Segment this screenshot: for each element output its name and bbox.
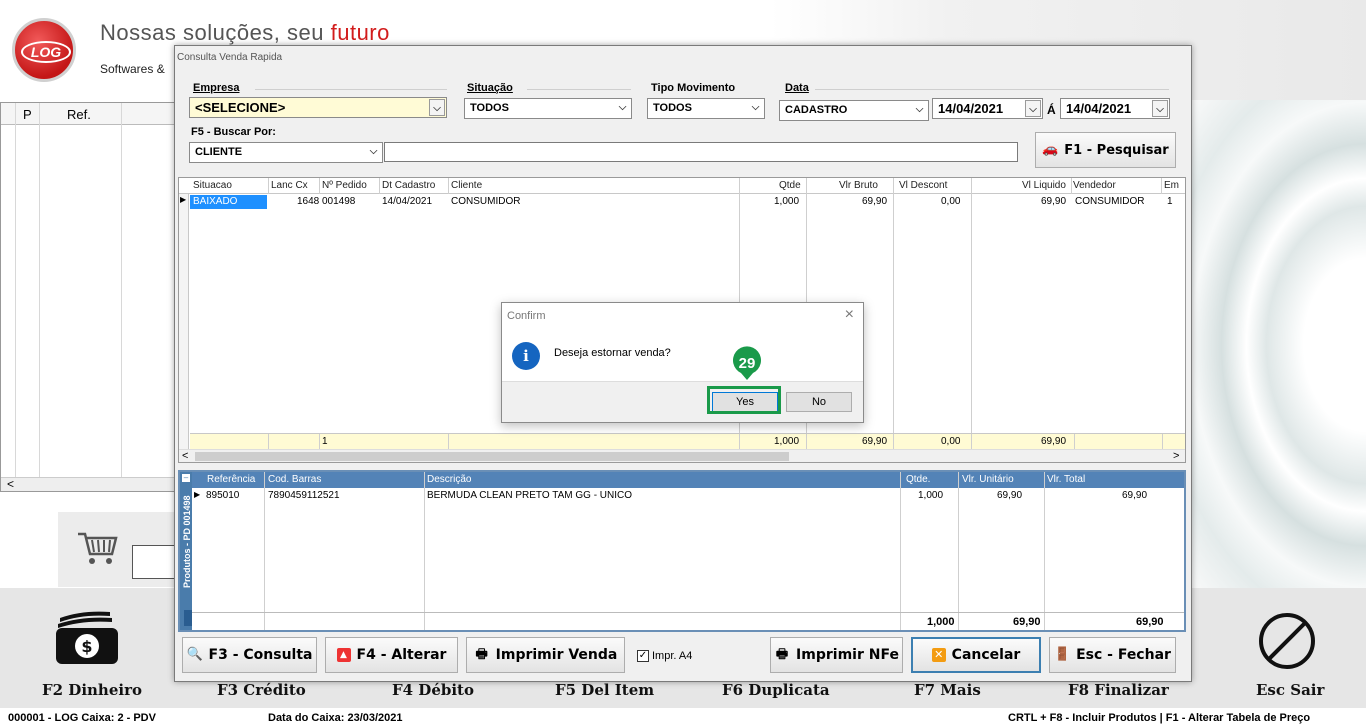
- fechar-button[interactable]: 🚪 Esc - Fechar: [1049, 637, 1176, 673]
- step-marker-badge: 29: [733, 346, 761, 380]
- horizontal-scrollbar[interactable]: <: [1, 477, 174, 491]
- products-grid-header: Referência Cod. Barras Descrição Qtde. V…: [192, 472, 1184, 488]
- confirm-title: Confirm: [507, 310, 546, 322]
- calendar-dropdown-icon[interactable]: ⌵: [1152, 100, 1168, 117]
- buscar-por-select[interactable]: CLIENTE ⌵: [189, 142, 383, 163]
- tipo-movimento-select[interactable]: TODOS ⌵: [647, 98, 765, 119]
- confirm-dialog: Confirm × i Deseja estornar venda? Yes N…: [501, 302, 864, 423]
- imprimir-venda-button[interactable]: 🖶 Imprimir Venda: [466, 637, 625, 673]
- f2-cash-key[interactable]: F2 Dinheiro: [42, 681, 142, 699]
- step-highlight-box: [707, 386, 781, 414]
- products-grid[interactable]: – Produtos - PD 001498 Referência Cod. B…: [178, 470, 1186, 632]
- printer-icon: 🖶: [475, 647, 488, 662]
- cancel-circle-icon: [1259, 613, 1315, 669]
- current-row-arrow-icon: ▶: [194, 490, 201, 499]
- printer-icon: 🖶: [775, 647, 789, 662]
- confirm-message: Deseja estornar venda?: [554, 347, 671, 359]
- svg-text:$: $: [81, 637, 92, 656]
- magnifier-icon: 🔍: [186, 647, 203, 662]
- decorative-art: [1190, 100, 1366, 590]
- empresa-label: Empresa: [193, 82, 240, 94]
- edit-red-icon: ▲: [336, 648, 351, 662]
- calendar-dropdown-icon[interactable]: ⌵: [1025, 100, 1041, 117]
- search-car-icon: 🚗: [1042, 142, 1059, 157]
- cancel-x-icon: ✕: [931, 648, 946, 662]
- chevron-down-icon[interactable]: ⌵: [429, 99, 445, 116]
- row-indicator-column: [179, 178, 189, 462]
- f5-delete-item-key[interactable]: F5 Del Item: [555, 681, 654, 699]
- grid-header: P Ref.: [1, 103, 174, 125]
- current-row-arrow-icon: ▶: [180, 195, 187, 204]
- sales-grid-header: Situacao Lanc Cx Nº Pedido Dt Cadastro C…: [179, 178, 1185, 194]
- esc-exit-key[interactable]: Esc Sair: [1256, 681, 1324, 699]
- cancelar-button[interactable]: ✕ Cancelar: [911, 637, 1041, 673]
- data-label: Data: [785, 82, 809, 94]
- exit-door-icon: 🚪: [1054, 647, 1071, 662]
- date-range-separator: Á: [1047, 103, 1056, 117]
- search-input[interactable]: [384, 142, 1018, 162]
- tipo-movimento-label: Tipo Movimento: [651, 82, 736, 94]
- shopping-cart-icon: [78, 532, 118, 564]
- products-grid-totals: 1,000 69,90 69,90: [192, 612, 1184, 630]
- collapse-icon[interactable]: –: [182, 474, 190, 482]
- f8-finish-key[interactable]: F8 Finalizar: [1068, 681, 1169, 699]
- info-icon: i: [512, 342, 540, 370]
- sales-grid-hscrollbar[interactable]: < >: [179, 449, 1185, 462]
- scrollbar-thumb[interactable]: [195, 452, 789, 461]
- situacao-label: Situação: [467, 82, 513, 94]
- chevron-down-icon[interactable]: ⌵: [365, 143, 382, 162]
- checkbox-box[interactable]: ✓: [637, 650, 649, 662]
- scroll-left-icon[interactable]: <: [182, 450, 188, 462]
- status-bar: 000001 - LOG Caixa: 2 - PDV Data do Caix…: [0, 708, 1366, 728]
- cash-money-icon: $: [56, 611, 118, 664]
- buscar-label: F5 - Buscar Por:: [191, 126, 276, 138]
- f4-debit-key[interactable]: F4 Débito: [392, 681, 474, 699]
- f3-credit-key[interactable]: F3 Crédito: [217, 681, 306, 699]
- slogan: Nossas soluções, seu futuro: [100, 20, 390, 45]
- data-type-select[interactable]: CADASTRO ⌵: [779, 100, 929, 121]
- chevron-down-icon[interactable]: ⌵: [747, 99, 764, 118]
- confirm-button-bar: Yes No: [502, 381, 863, 422]
- close-icon[interactable]: ×: [845, 306, 854, 324]
- sales-grid-totals: 1 1,000 69,90 0,00 69,90: [190, 433, 1185, 450]
- chevron-down-icon[interactable]: ⌵: [614, 99, 631, 118]
- products-side-tab: – Produtos - PD 001498: [180, 472, 192, 630]
- empresa-select[interactable]: <SELECIONE> ⌵: [189, 97, 447, 118]
- dialog-title: Consulta Venda Rapida: [177, 52, 283, 63]
- f6-duplicata-key[interactable]: F6 Duplicata: [722, 681, 830, 699]
- chevron-down-icon[interactable]: ⌵: [911, 101, 928, 120]
- f7-more-key[interactable]: F7 Mais: [914, 681, 981, 699]
- svg-text:29: 29: [739, 355, 756, 372]
- date-from-picker[interactable]: 14/04/2021 ⌵: [932, 98, 1043, 119]
- consulta-button[interactable]: 🔍 F3 - Consulta: [182, 637, 317, 673]
- no-button[interactable]: No: [786, 392, 852, 412]
- date-to-picker[interactable]: 14/04/2021 ⌵: [1060, 98, 1170, 119]
- slogan-sub: Softwares &: [100, 62, 165, 76]
- company-logo: LOG: [12, 18, 76, 82]
- pesquisar-button[interactable]: 🚗 F1 - Pesquisar: [1035, 132, 1176, 168]
- alterar-button[interactable]: ▲ F4 - Alterar: [325, 637, 458, 673]
- barcode-input[interactable]: [132, 545, 176, 579]
- situacao-select[interactable]: TODOS ⌵: [464, 98, 632, 119]
- impr-a4-checkbox[interactable]: ✓ Impr. A4: [637, 650, 692, 662]
- scroll-right-icon[interactable]: >: [1173, 450, 1179, 462]
- imprimir-nfe-button[interactable]: 🖶 Imprimir NFe: [770, 637, 903, 673]
- sale-items-grid[interactable]: P Ref. <: [0, 102, 175, 492]
